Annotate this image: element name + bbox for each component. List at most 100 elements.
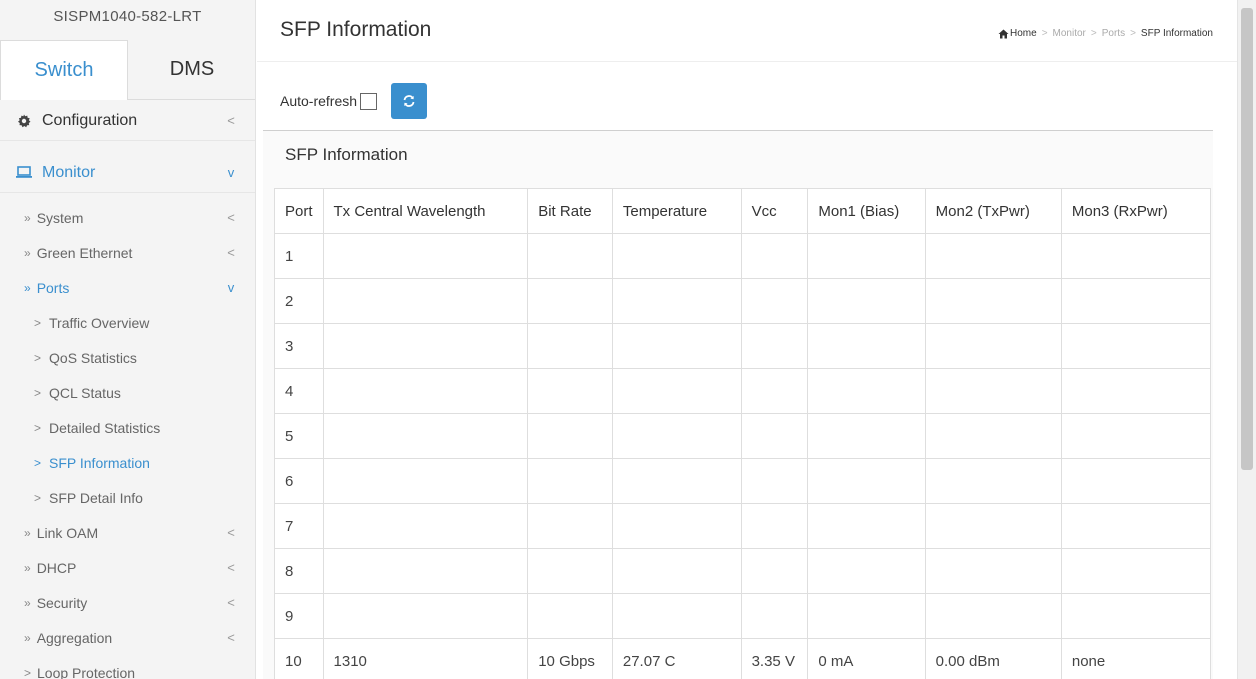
sidebar-item-green-ethernet[interactable]: » Green Ethernet < [0, 235, 255, 270]
breadcrumb-monitor[interactable]: Monitor [1053, 28, 1086, 39]
cell-mon2 [924, 593, 1062, 639]
chevron-left-icon: < [227, 630, 235, 645]
cell-mon3 [1060, 458, 1212, 504]
sidebar-item-aggregation[interactable]: » Aggregation < [0, 620, 255, 655]
sidebar-item-label: SFP Detail Info [49, 489, 143, 506]
table-row: 10 1310 10 Gbps 27.07 C 3.35 V0 mA 0.00 dBm no… [274, 638, 1212, 679]
sidebar-item-traffic-overview[interactable]: > Traffic Overview [0, 305, 255, 340]
page-header: SFP Information Home > Monitor > Ports >… [257, 0, 1237, 62]
divider [0, 140, 255, 141]
sidebar-item-label: Green Ethernet [36, 244, 133, 261]
cell-mon2: 0.00 dBm [924, 638, 1062, 679]
device-name: SISPM1040-582-LRT [53, 8, 202, 25]
cell-mon2 [924, 413, 1062, 459]
sidebar-item-detailed-statistics[interactable]: > Detailed Statistics [0, 410, 255, 445]
sidebar-item-dhcp[interactable]: » DHCP < [0, 550, 255, 585]
column-header-mon2: Mon2 (TxPwr) [924, 188, 1062, 234]
cell-bit-rate [527, 413, 613, 459]
cell-tx-wavelength [322, 548, 529, 594]
cell-bit-rate [527, 458, 613, 504]
sidebar-item-ports[interactable]: » Ports v [0, 270, 255, 305]
sidebar-tabs: Switch DMS [0, 40, 255, 100]
chevron-left-icon: < [227, 113, 235, 128]
cell-mon1 [807, 593, 926, 639]
sidebar-item-label: Ports [36, 279, 70, 296]
table-row: 3 [274, 323, 1212, 369]
table-row: 1 [274, 233, 1212, 279]
chevron-left-icon: < [227, 245, 235, 260]
cell-bit-rate [527, 548, 613, 594]
sidebar: SISPM1040-582-LRT Switch DMS Configurati… [0, 0, 256, 679]
cell-port: 5 [274, 413, 324, 459]
column-header-mon1: Mon1 (Bias) [807, 188, 926, 234]
cell-mon1 [807, 323, 926, 369]
refresh-button[interactable] [391, 83, 428, 119]
sidebar-item-monitor[interactable]: Monitor v [0, 155, 255, 190]
tab-dms[interactable]: DMS [128, 40, 255, 100]
cell-bit-rate [527, 368, 613, 414]
cell-vcc [740, 593, 809, 639]
page-scrollbar[interactable] [1237, 0, 1256, 679]
breadcrumb-ports[interactable]: Ports [1102, 28, 1125, 39]
cell-bit-rate [527, 278, 613, 324]
table-row: 6 [274, 458, 1212, 504]
cell-temperature [611, 413, 742, 459]
cell-mon3 [1060, 503, 1212, 549]
sidebar-item-label: Link OAM [36, 524, 99, 541]
sidebar-item-security[interactable]: » Security < [0, 585, 255, 620]
sidebar-item-sfp-detail-info[interactable]: > SFP Detail Info [0, 480, 255, 515]
breadcrumb-home[interactable]: Home [998, 28, 1037, 39]
column-header-mon3: Mon3 (RxPwr) [1060, 188, 1212, 234]
table-row: 7 [274, 503, 1212, 549]
cell-mon2 [924, 503, 1062, 549]
sidebar-item-sfp-information[interactable]: > SFP Information [0, 445, 255, 480]
cell-port: 3 [274, 323, 324, 369]
sidebar-item-link-oam[interactable]: » Link OAM < [0, 515, 255, 550]
cell-mon2 [924, 278, 1062, 324]
cell-port: 9 [274, 593, 324, 639]
chevron-left-icon: < [227, 525, 235, 540]
cell-mon1: 0 mA [807, 638, 926, 679]
cell-mon1 [807, 278, 926, 324]
cell-vcc [740, 503, 809, 549]
sfp-table: Port Tx Central Wavelength Bit Rate Temp… [274, 188, 1212, 679]
panel-title: SFP Information [285, 145, 408, 164]
cell-temperature [611, 368, 742, 414]
cell-tx-wavelength: 1310 [322, 638, 529, 679]
scrollbar-thumb[interactable] [1241, 8, 1253, 470]
cell-mon3 [1060, 368, 1212, 414]
double-chevron-icon: » [24, 280, 31, 295]
cell-mon3 [1060, 278, 1212, 324]
sidebar-item-loop-protection[interactable]: > Loop Protection [0, 655, 255, 679]
cell-tx-wavelength [322, 458, 529, 504]
cell-tx-wavelength [322, 233, 529, 279]
cell-tx-wavelength [322, 368, 529, 414]
sidebar-item-configuration[interactable]: Configuration < [0, 103, 255, 138]
cell-bit-rate [527, 593, 613, 639]
cell-tx-wavelength [322, 413, 529, 459]
cell-temperature: 27.07 C [611, 638, 742, 679]
sidebar-item-qos-statistics[interactable]: > QoS Statistics [0, 340, 255, 375]
cell-tx-wavelength [322, 593, 529, 639]
refresh-icon [402, 94, 416, 108]
cell-bit-rate: 10 Gbps [527, 638, 613, 679]
chevron-right-icon: > [34, 385, 42, 400]
cell-mon1 [807, 413, 926, 459]
cell-tx-wavelength [322, 323, 529, 369]
cell-mon2 [924, 368, 1062, 414]
cell-mon3 [1060, 548, 1212, 594]
auto-refresh-checkbox[interactable] [360, 92, 378, 110]
column-header-bit-rate: Bit Rate [527, 188, 613, 234]
sidebar-item-label: System [36, 209, 84, 226]
chevron-left-icon: < [227, 210, 235, 225]
sidebar-item-qcl-status[interactable]: > QCL Status [0, 375, 255, 410]
cell-port: 2 [274, 278, 324, 324]
cell-mon2 [924, 233, 1062, 279]
cell-port: 8 [274, 548, 324, 594]
chevron-left-icon: < [227, 595, 235, 610]
sidebar-item-system[interactable]: » System < [0, 200, 255, 235]
cell-mon1 [807, 548, 926, 594]
tab-switch[interactable]: Switch [0, 40, 128, 100]
breadcrumb-home-label: Home [1010, 28, 1037, 39]
page-title: SFP Information [280, 18, 432, 41]
